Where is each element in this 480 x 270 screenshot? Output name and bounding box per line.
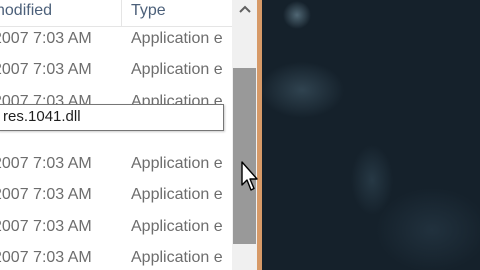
desktop-background [262, 0, 480, 270]
row-type: Application e [131, 155, 223, 172]
scroll-up-button[interactable] [232, 0, 257, 18]
tooltip-text: res.1041.dll [3, 108, 81, 125]
row-type: Application e [131, 249, 223, 266]
row-date-modified: 2007 7:03 AM [0, 61, 92, 78]
file-list-pane: nodified Type 2007 7:03 AM Application e… [0, 0, 232, 270]
table-row[interactable]: 2007 7:03 AM Application e [0, 243, 232, 270]
table-row[interactable]: 2007 7:03 AM Application e [0, 180, 232, 211]
vertical-scrollbar[interactable] [232, 0, 257, 270]
table-row[interactable]: 2007 7:03 AM Application e [0, 55, 232, 86]
row-date-modified: 2007 7:03 AM [0, 218, 92, 235]
row-type: Application e [131, 186, 223, 203]
column-divider[interactable] [121, 0, 122, 26]
row-type: Application e [131, 30, 223, 47]
table-row[interactable]: 2007 7:03 AM Application e [0, 24, 232, 55]
table-row[interactable]: 2007 7:03 AM Application e [0, 212, 232, 243]
column-header-bar: nodified Type [0, 0, 232, 27]
mouse-pointer-icon [241, 161, 258, 191]
row-date-modified: 2007 7:03 AM [0, 186, 92, 203]
row-date-modified: 2007 7:03 AM [0, 155, 92, 172]
column-header-date-modified[interactable]: nodified [0, 2, 52, 20]
row-date-modified: 2007 7:03 AM [0, 30, 92, 47]
scroll-thumb[interactable] [233, 68, 256, 244]
table-row[interactable]: 2007 7:03 AM Application e [0, 149, 232, 180]
row-type: Application e [131, 218, 223, 235]
row-type: Application e [131, 61, 223, 78]
chevron-up-icon [238, 5, 251, 13]
column-header-type[interactable]: Type [131, 2, 166, 20]
filename-tooltip: res.1041.dll [0, 104, 224, 131]
row-date-modified: 2007 7:03 AM [0, 249, 92, 266]
